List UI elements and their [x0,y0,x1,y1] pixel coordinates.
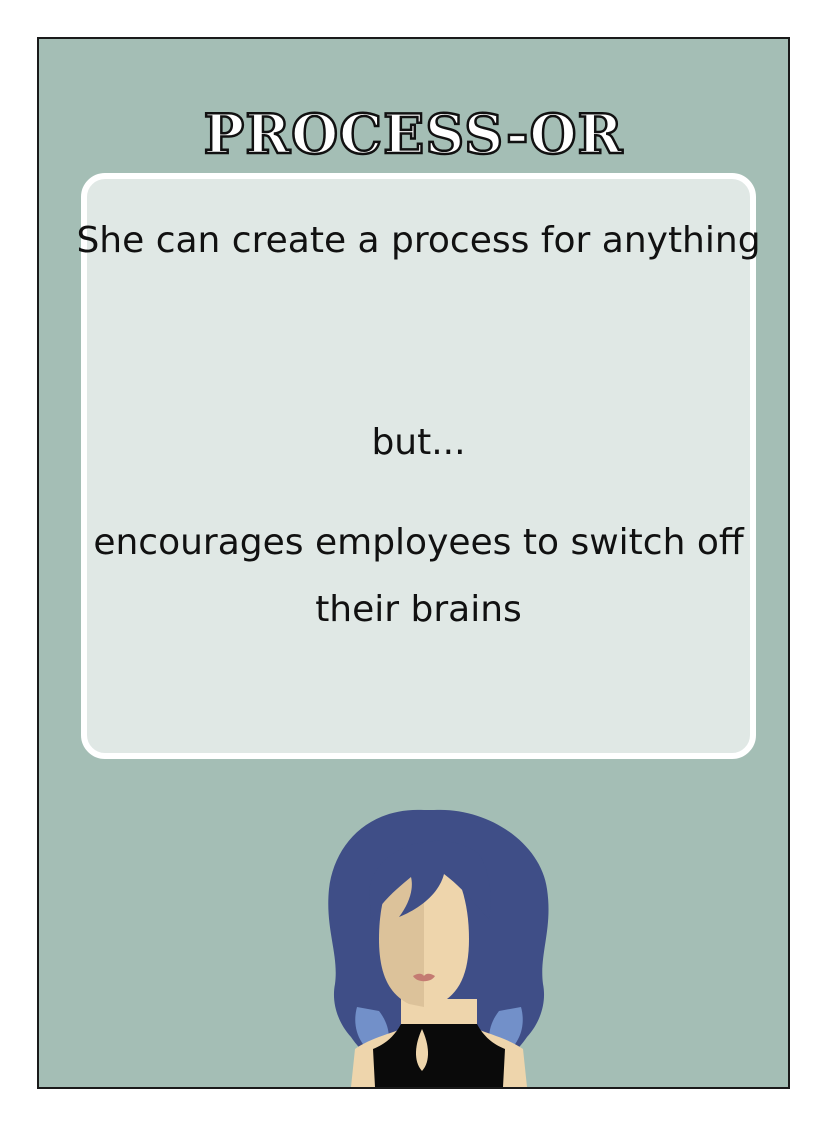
woman-avatar-icon [328,809,549,1087]
character-card: PROCESS-OR She can create a process for … [37,37,790,1089]
